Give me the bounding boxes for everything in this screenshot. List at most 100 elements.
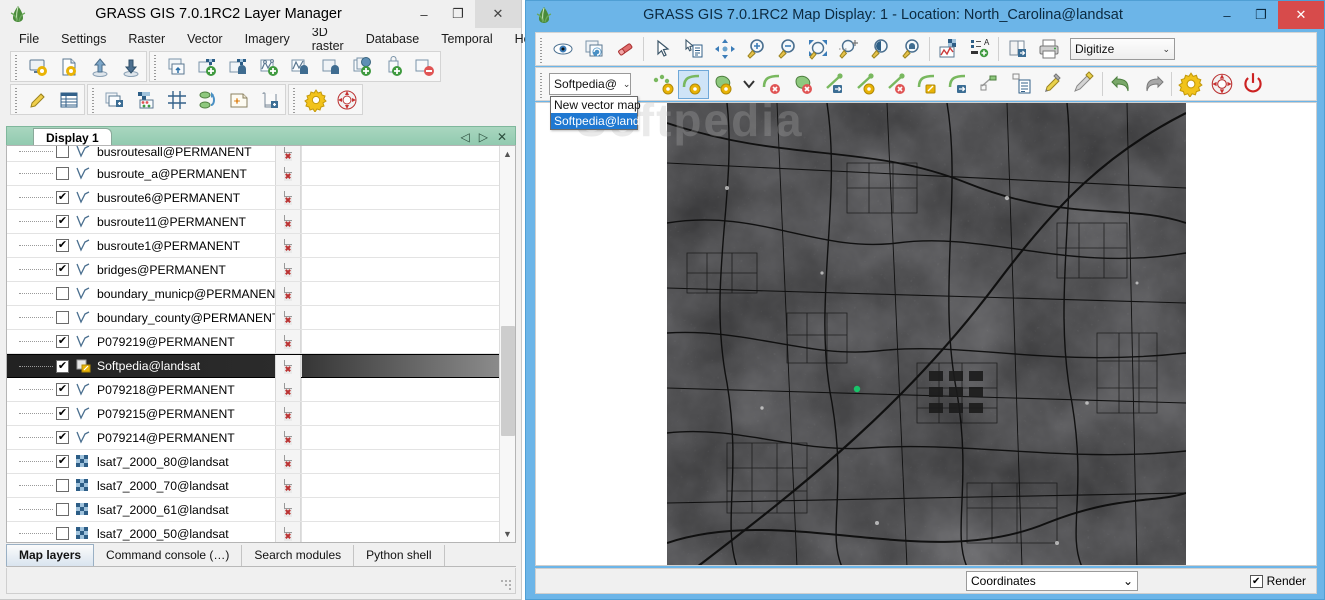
layer-opacity-cell[interactable]: ✖ bbox=[275, 474, 301, 497]
digitization-settings-icon[interactable] bbox=[1068, 70, 1099, 99]
copy-categories-icon[interactable] bbox=[1006, 70, 1037, 99]
layer-visibility-checkbox[interactable] bbox=[56, 239, 69, 252]
layer-row[interactable]: boundary_municp@PERMANENT ✖ bbox=[7, 282, 499, 306]
save-workspace-icon[interactable] bbox=[115, 52, 146, 81]
layer-opacity-cell[interactable]: ✖ bbox=[275, 234, 301, 257]
layer-visibility-checkbox[interactable] bbox=[56, 191, 69, 204]
layer-row[interactable]: boundary_county@PERMANENT ✖ bbox=[7, 306, 499, 330]
open-workspace-icon[interactable] bbox=[84, 52, 115, 81]
digitize-layer-dropdown[interactable]: New vector map Softpedia@land bbox=[550, 96, 641, 130]
layer-visibility-checkbox[interactable] bbox=[56, 383, 69, 396]
maximize-button[interactable]: ❐ bbox=[441, 0, 475, 28]
bottom-tab-map-layers[interactable]: Map layers bbox=[6, 544, 95, 566]
display-map-eye-icon[interactable] bbox=[547, 35, 578, 64]
menu-temporal[interactable]: Temporal bbox=[430, 30, 503, 48]
display-categories-icon[interactable] bbox=[1037, 70, 1068, 99]
toolbar-grip[interactable] bbox=[291, 86, 298, 113]
minimize-button[interactable]: – bbox=[1210, 1, 1244, 29]
layer-visibility-checkbox[interactable] bbox=[56, 359, 69, 373]
scrollbar-thumb[interactable] bbox=[501, 326, 515, 436]
edit-line-icon[interactable] bbox=[913, 70, 944, 99]
remove-vertex-icon[interactable] bbox=[882, 70, 913, 99]
tab-close-icon[interactable]: ✕ bbox=[497, 130, 507, 144]
add-map-elements-icon[interactable]: A bbox=[964, 35, 995, 64]
georectifier-icon[interactable] bbox=[161, 85, 192, 114]
zoom-to-selected-map-icon[interactable] bbox=[802, 35, 833, 64]
import-raster-data-icon[interactable] bbox=[161, 52, 192, 81]
tab-next-icon[interactable]: ▷ bbox=[479, 130, 488, 144]
tab-prev-icon[interactable]: ◁ bbox=[460, 130, 469, 144]
layer-visibility-checkbox[interactable] bbox=[56, 407, 69, 420]
layer-visibility-checkbox[interactable] bbox=[56, 503, 69, 516]
toolbar-grip[interactable] bbox=[13, 53, 20, 80]
zoom-options-icon[interactable] bbox=[895, 35, 926, 64]
layer-row[interactable]: busroute_a@PERMANENT ✖ bbox=[7, 162, 499, 186]
move-feature-icon[interactable] bbox=[975, 70, 1006, 99]
layer-row[interactable]: Softpedia@landsat ✖ bbox=[7, 354, 499, 378]
layer-row[interactable]: lsat7_2000_70@landsat ✖ bbox=[7, 474, 499, 498]
layer-tree-list[interactable]: busroutesall@PERMANENT ✖ busroute_a@PERMAN… bbox=[7, 146, 499, 542]
render-checkbox[interactable] bbox=[1249, 574, 1263, 588]
layer-visibility-checkbox[interactable] bbox=[56, 527, 69, 540]
digitize-new-boundary-icon[interactable] bbox=[709, 70, 740, 99]
edit-line-segment-icon[interactable] bbox=[944, 70, 975, 99]
layer-opacity-cell[interactable]: ✖ bbox=[275, 186, 301, 209]
bottom-tab-command-console[interactable]: Command console (…) bbox=[94, 545, 243, 566]
pointer-arrow-icon[interactable] bbox=[647, 35, 678, 64]
add-various-raster-layers-icon[interactable] bbox=[223, 52, 254, 81]
menu-settings[interactable]: Settings bbox=[50, 30, 117, 48]
add-web-service-layer-icon[interactable] bbox=[378, 52, 409, 81]
create-new-workspace-icon[interactable] bbox=[53, 52, 84, 81]
toolbar-grip[interactable] bbox=[152, 53, 159, 80]
help-lifebuoy-icon[interactable] bbox=[331, 85, 362, 114]
digitize-layer-combo[interactable]: Softpedia@ ⌄ New vector map Softpedia@lan… bbox=[549, 73, 641, 130]
layer-row[interactable]: busroute11@PERMANENT ✖ bbox=[7, 210, 499, 234]
add-various-vector-layers-icon[interactable] bbox=[285, 52, 316, 81]
add-layer-to-display-icon[interactable] bbox=[99, 85, 130, 114]
undo-icon[interactable] bbox=[1106, 70, 1137, 99]
layer-row[interactable]: lsat7_2000_61@landsat ✖ bbox=[7, 498, 499, 522]
menu-raster[interactable]: Raster bbox=[117, 30, 176, 48]
show-attribute-table-icon[interactable] bbox=[53, 85, 84, 114]
toolbar-grip[interactable] bbox=[90, 86, 97, 113]
layer-row[interactable]: bridges@PERMANENT ✖ bbox=[7, 258, 499, 282]
zoom-in-icon[interactable] bbox=[740, 35, 771, 64]
maximize-button[interactable]: ❐ bbox=[1244, 1, 1278, 29]
menu-database[interactable]: Database bbox=[355, 30, 431, 48]
layer-opacity-cell[interactable]: ✖ bbox=[275, 282, 301, 305]
add-group-icon[interactable] bbox=[347, 52, 378, 81]
layer-tree-scrollbar[interactable]: ▲ ▼ bbox=[499, 146, 515, 542]
pan-move-icon[interactable] bbox=[709, 35, 740, 64]
layer-opacity-cell[interactable]: ✖ bbox=[275, 402, 301, 425]
toolbar-grip[interactable] bbox=[538, 35, 545, 63]
minimize-button[interactable]: – bbox=[407, 0, 441, 28]
toolbar-grip[interactable] bbox=[13, 86, 20, 113]
close-button[interactable]: ✕ bbox=[1278, 1, 1324, 29]
display-mode-combo[interactable]: Digitize ⌄ bbox=[1070, 38, 1175, 60]
render-map-icon[interactable] bbox=[578, 35, 609, 64]
layer-visibility-checkbox[interactable] bbox=[56, 287, 69, 300]
zoom-back-icon[interactable] bbox=[864, 35, 895, 64]
delete-area-icon[interactable] bbox=[789, 70, 820, 99]
layer-opacity-cell[interactable]: ✖ bbox=[275, 426, 301, 449]
delete-line-icon[interactable] bbox=[758, 70, 789, 99]
menu-vector[interactable]: Vector bbox=[176, 30, 233, 48]
layer-visibility-checkbox[interactable] bbox=[56, 167, 69, 180]
layer-row[interactable]: busroutesall@PERMANENT ✖ bbox=[7, 146, 499, 165]
print-map-icon[interactable] bbox=[1033, 35, 1064, 64]
erase-display-icon[interactable] bbox=[609, 35, 640, 64]
add-command-layer-icon[interactable] bbox=[316, 52, 347, 81]
edit-raster-maps-icon[interactable] bbox=[22, 85, 53, 114]
layer-visibility-checkbox[interactable] bbox=[56, 479, 69, 492]
layer-row[interactable]: P079215@PERMANENT ✖ bbox=[7, 402, 499, 426]
digitize-more-tools-chevron-icon[interactable] bbox=[740, 70, 758, 99]
layer-row[interactable]: P079218@PERMANENT ✖ bbox=[7, 378, 499, 402]
layer-opacity-cell[interactable]: ✖ bbox=[275, 306, 301, 329]
start-new-map-display-icon[interactable] bbox=[22, 52, 53, 81]
layer-visibility-checkbox[interactable] bbox=[56, 455, 69, 468]
layer-opacity-cell[interactable]: ✖ bbox=[275, 355, 301, 378]
layer-row[interactable]: P079219@PERMANENT ✖ bbox=[7, 330, 499, 354]
digitize-new-line-icon[interactable] bbox=[678, 69, 709, 99]
landsat-map-image[interactable] bbox=[666, 103, 1187, 565]
graphical-modeler-icon[interactable] bbox=[192, 85, 223, 114]
